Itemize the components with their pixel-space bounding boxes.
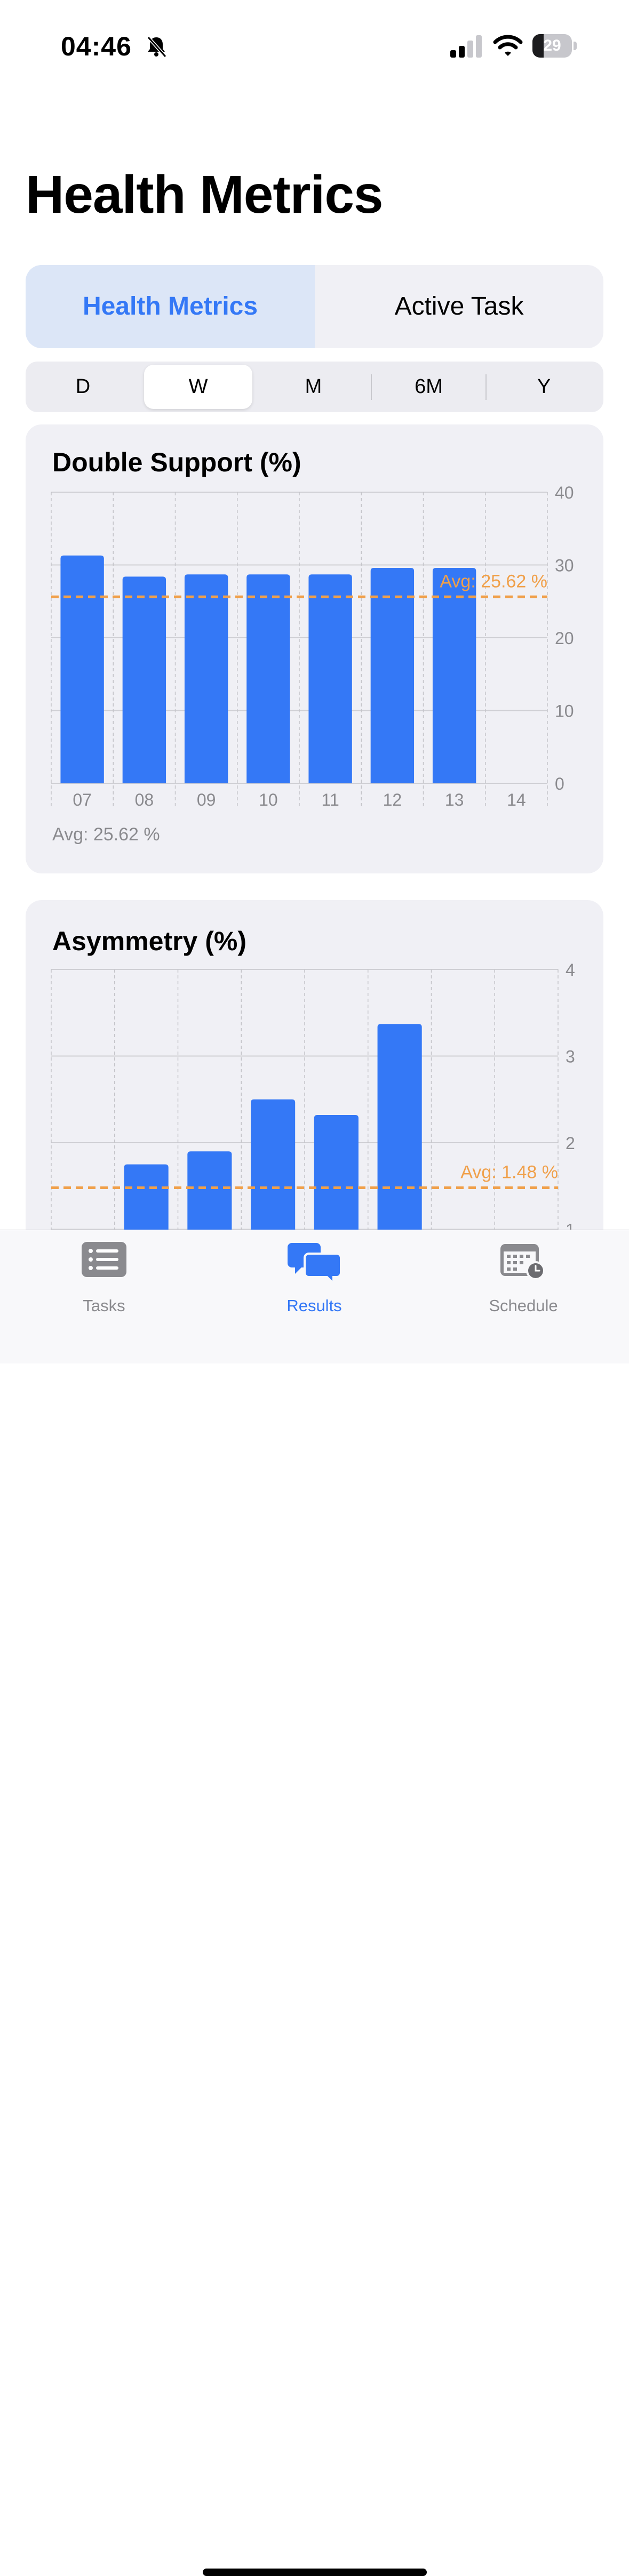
list-icon <box>82 1242 126 1277</box>
range-separator <box>485 374 487 400</box>
tab-label: Tasks <box>83 1296 125 1315</box>
tab-label: Results <box>286 1296 342 1315</box>
x-tick-label: 07 <box>73 790 92 809</box>
bar-10 <box>246 574 290 783</box>
y-tick-label: 2 <box>566 1134 575 1153</box>
battery-percentage: 29 <box>543 37 561 54</box>
y-tick-label: 30 <box>555 556 574 575</box>
double-support-chart: 0 10 20 30 40 07 08 09 10 11 12 13 14 Avg: 25.62 % <box>51 483 574 809</box>
x-tick-label: 12 <box>383 790 402 809</box>
range-option-day[interactable]: D <box>29 365 137 409</box>
status-time: 04:46 <box>61 31 132 61</box>
range-option-week[interactable]: W <box>144 365 252 409</box>
bar-07 <box>60 555 104 783</box>
chat-bubbles-icon <box>288 1243 341 1285</box>
range-separator <box>371 374 372 400</box>
time-range-picker: D W M 6M Y <box>26 362 603 412</box>
tab-results[interactable]: Results <box>234 1230 394 1337</box>
double-support-card[interactable]: Double Support (%) 0 10 20 30 40 07 08 09 10 11 12… <box>26 424 603 873</box>
x-tick-label: 13 <box>445 790 464 809</box>
range-option-month[interactable]: M <box>259 365 368 409</box>
bar-11 <box>308 574 352 783</box>
x-tick-label: 14 <box>507 790 526 809</box>
y-tick-label: 20 <box>555 629 574 648</box>
y-tick-label: 4 <box>566 960 575 980</box>
tab-schedule[interactable]: Schedule <box>443 1230 603 1337</box>
bar-09 <box>184 574 228 783</box>
bar-13 <box>432 567 476 783</box>
cellular-signal-icon <box>450 35 482 58</box>
segment-active-task[interactable]: Active Task <box>315 265 603 348</box>
tab-label: Schedule <box>489 1296 558 1315</box>
calendar-clock-icon <box>500 1244 545 1280</box>
range-option-6-months[interactable]: 6M <box>375 365 483 409</box>
average-label: Avg: 25.62 % <box>440 571 547 591</box>
y-tick-label: 10 <box>555 702 574 721</box>
segment-health-metrics[interactable]: Health Metrics <box>26 265 315 348</box>
x-tick-label: 11 <box>322 790 339 809</box>
bell-slash-icon <box>147 36 167 58</box>
view-segmented-control: Health Metrics Active Task <box>26 265 603 348</box>
asymmetry-card[interactable]: Asymmetry (%) 1234Avg: 1.48 % <box>26 900 603 1273</box>
y-tick-label: 40 <box>555 483 574 502</box>
page-title: Health Metrics <box>26 165 384 224</box>
y-tick-label: 3 <box>566 1047 575 1066</box>
y-tick-label: 0 <box>555 774 564 793</box>
average-summary: Avg: 25.62 % <box>52 824 160 845</box>
wifi-icon <box>493 35 523 56</box>
tab-tasks[interactable]: Tasks <box>24 1230 184 1337</box>
x-tick-label: 08 <box>135 790 154 809</box>
home-indicator <box>203 2569 427 2576</box>
x-tick-label: 10 <box>259 790 278 809</box>
bar-08 <box>122 576 166 783</box>
tab-bar: Tasks Results Schedule <box>0 1230 629 2576</box>
x-tick-label: 09 <box>197 790 216 809</box>
battery-icon: 29 <box>532 34 577 58</box>
status-bar: 04:46 29 <box>0 0 629 91</box>
bar-12 <box>370 567 415 783</box>
asymmetry-chart: 1234Avg: 1.48 % <box>51 960 575 1273</box>
range-option-year[interactable]: Y <box>490 365 598 409</box>
average-label: Avg: 1.48 % <box>460 1162 558 1183</box>
